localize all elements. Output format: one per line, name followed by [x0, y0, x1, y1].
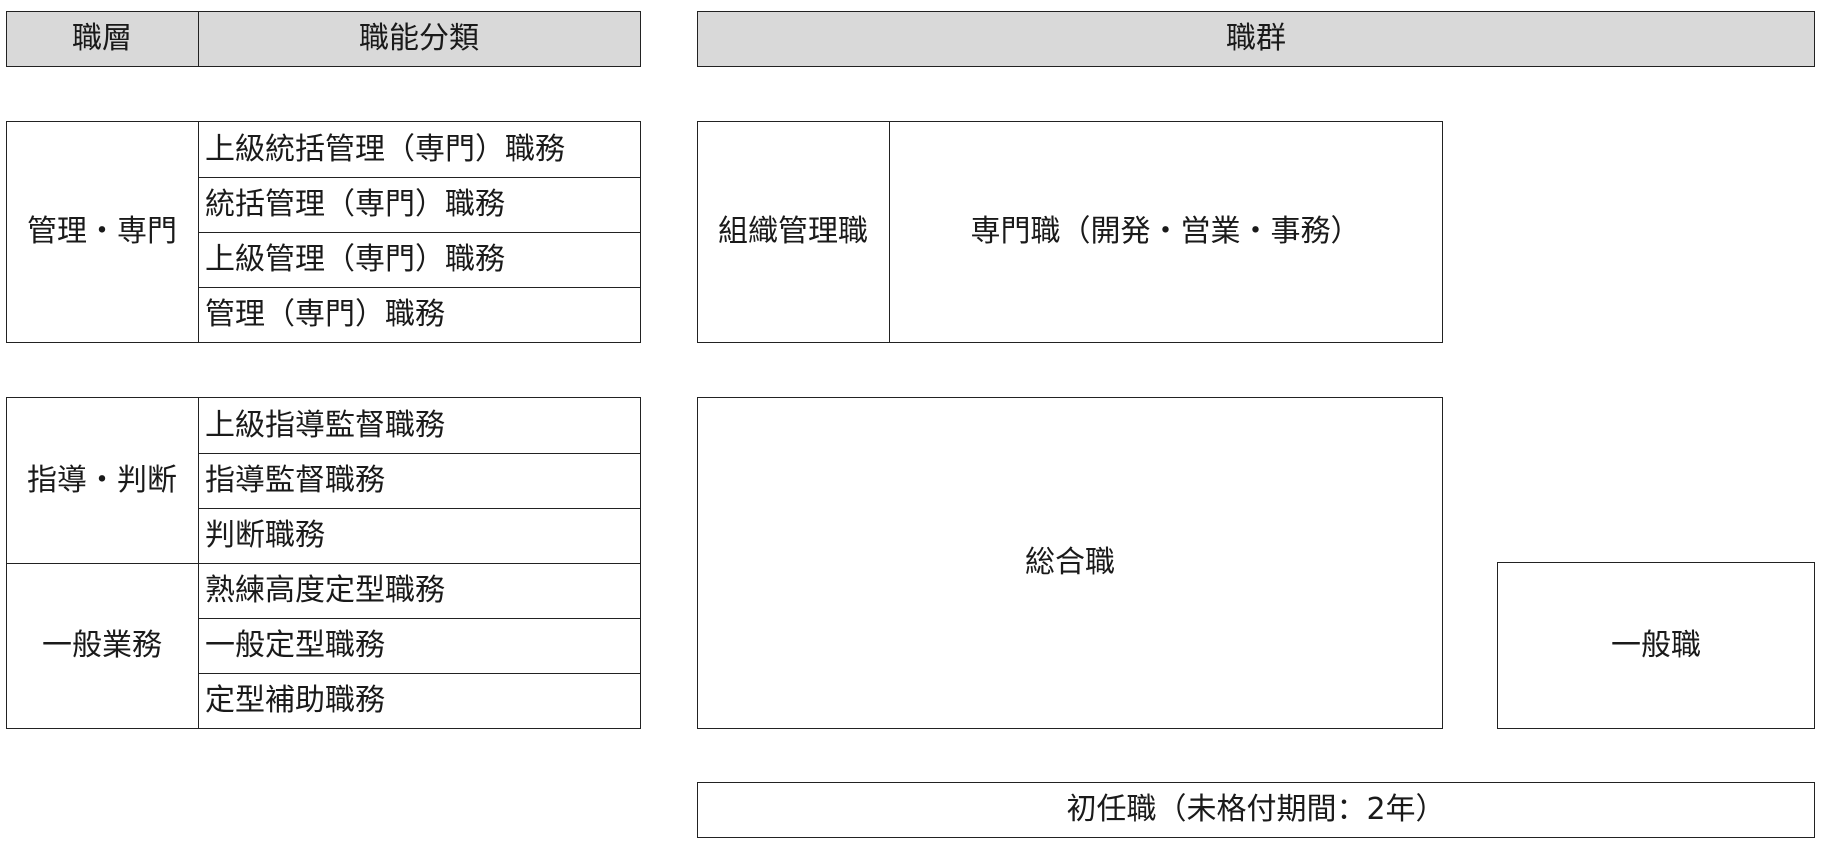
job-group-management-box: 組織管理職 専門職（開発・営業・事務） — [697, 121, 1443, 343]
duty-cell: 上級統括管理（専門）職務 — [205, 131, 565, 167]
tier-general-label: 一般業務 — [42, 627, 162, 663]
job-group-org-management: 組織管理職 — [718, 214, 868, 249]
tier-guidance-general-table: 指導・判断 一般業務 上級指導監督職務 指導監督職務 判断職務 熟練高度定型職務… — [6, 397, 641, 729]
tier-guidance-label: 指導・判断 — [27, 462, 177, 498]
duty-cell: 指導監督職務 — [205, 462, 385, 498]
job-group-general-staff-box: 一般職 — [1497, 562, 1815, 729]
tier-management-table: 管理・専門 上級統括管理（専門）職務 統括管理（専門）職務 上級管理（専門）職務… — [6, 121, 641, 343]
duty-cell: 定型補助職務 — [205, 682, 385, 718]
duty-cell: 管理（専門）職務 — [205, 296, 445, 332]
header-job-group: 職群 — [697, 11, 1815, 67]
job-group-career-track: 総合職 — [1025, 545, 1115, 580]
job-group-general-staff: 一般職 — [1611, 627, 1701, 663]
header-left-table: 職層 職能分類 — [6, 11, 641, 67]
job-group-entry-level-box: 初任職（未格付期間：2年） — [697, 782, 1815, 838]
duty-cell: 上級指導監督職務 — [205, 407, 445, 443]
tier-management-label: 管理・専門 — [27, 214, 177, 249]
job-group-entry-level: 初任職（未格付期間：2年） — [1066, 792, 1446, 827]
header-tier: 職層 — [72, 21, 132, 56]
duty-cell: 統括管理（専門）職務 — [205, 186, 505, 222]
job-group-career-track-box: 総合職 — [697, 397, 1443, 729]
duty-cell: 判断職務 — [205, 517, 325, 553]
header-function-class: 職能分類 — [359, 21, 479, 56]
job-group-specialist: 専門職（開発・営業・事務） — [970, 214, 1361, 249]
duty-cell: 熟練高度定型職務 — [205, 572, 445, 608]
duty-cell: 上級管理（専門）職務 — [205, 241, 505, 277]
duty-cell: 一般定型職務 — [205, 627, 385, 663]
header-job-group-label: 職群 — [1226, 21, 1286, 56]
